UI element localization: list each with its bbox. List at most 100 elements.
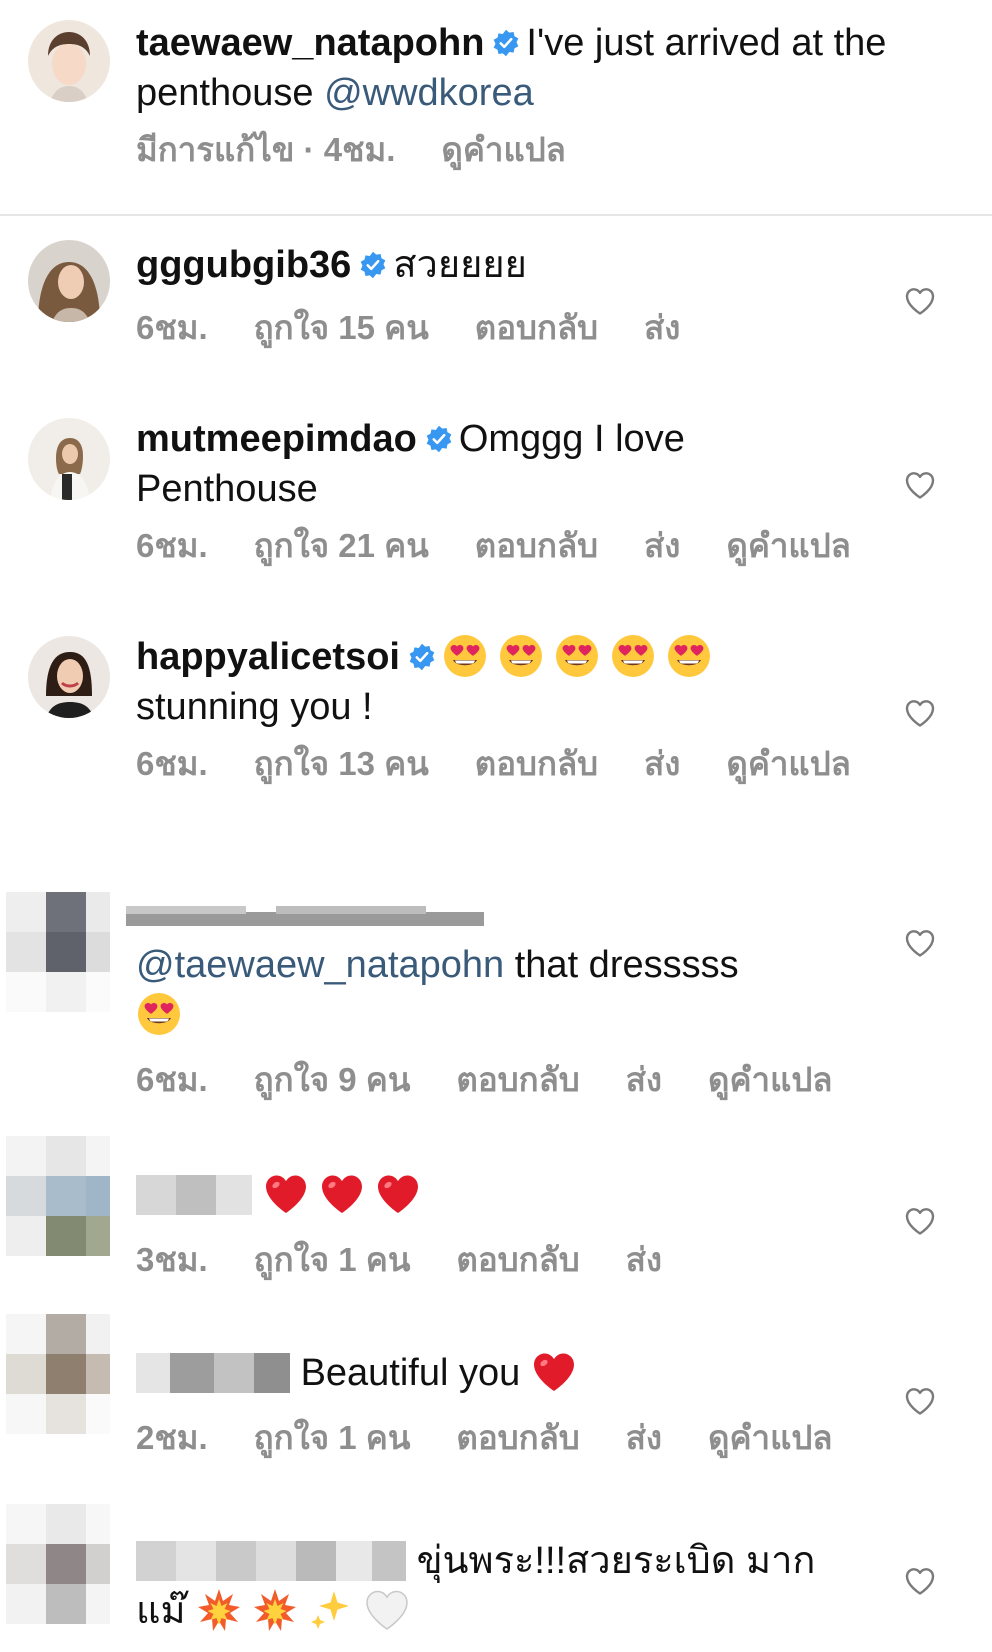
comment-meta: 6ชม. ถูกใจ 13 คน ตอบกลับ ส่ง ดูคำแปล [136,742,897,786]
pixelated-username[interactable] [136,1353,290,1393]
likes-count-link[interactable]: ถูกใจ 9 คน [254,1061,411,1098]
comment-body: stunning you ! [136,686,373,728]
reply-button[interactable]: ตอบกลับ [456,1241,579,1278]
red-heart-emoji-icon [531,1349,577,1395]
reply-button[interactable]: ตอบกลับ [456,1061,579,1098]
reply-button[interactable]: ตอบกลับ [475,745,598,782]
pixelated-avatar[interactable] [6,892,110,1016]
comment-meta: 6ชม. ถูกใจ 21 คน ตอบกลับ ส่ง ดูคำแปล [136,524,897,568]
heart-outline-icon[interactable] [904,928,936,958]
likes-count-link[interactable]: ถูกใจ 13 คน [254,745,429,782]
pixelated-avatar[interactable] [6,1504,110,1628]
heart-outline-icon[interactable] [904,1386,936,1416]
heart-eyes-emoji-icon [498,633,544,679]
comment-time: 3ชม. [136,1241,208,1278]
send-button[interactable]: ส่ง [644,527,680,564]
pixelated-avatar[interactable] [6,1136,110,1260]
reply-button[interactable]: ตอบกลับ [456,1419,579,1456]
likes-count-link[interactable]: ถูกใจ 1 คน [254,1419,411,1456]
comment-time: 2ชม. [136,1419,208,1456]
likes-count-link[interactable]: ถูกใจ 15 คน [254,309,429,346]
caption-edited: มีการแก้ไข · 4ชม. [136,131,396,168]
verified-badge-icon [425,425,453,453]
comment-username[interactable]: happyalicetsoi [136,636,400,678]
comment-text: Beautiful you [136,1348,587,1398]
heart-outline-icon[interactable] [904,698,936,728]
heart-eyes-emoji-icon [666,633,712,679]
caption-username[interactable]: taewaew_natapohn [136,22,484,64]
emoji-row [196,1590,420,1632]
verified-badge-icon [408,643,436,671]
send-button[interactable]: ส่ง [626,1061,662,1098]
avatar-image [28,418,110,500]
comment-username[interactable]: gggubgib36 [136,244,351,286]
comment-time: 6ชม. [136,745,208,782]
comment-meta: 2ชม. ถูกใจ 1 คน ตอบกลับ ส่ง ดูคำแปล [136,1416,879,1460]
comment-text: @taewaew_natapohn that dresssss [136,940,836,1040]
post-caption: taewaew_natapohn I've just arrived at the… [0,0,992,216]
avatar[interactable] [28,20,110,102]
pixelated-username[interactable] [136,1541,406,1581]
heart-outline-icon[interactable] [904,286,936,316]
send-button[interactable]: ส่ง [644,745,680,782]
comment-text: ขุ่นพระ!!!สวยระเบิด มากแม๊ [136,1536,816,1636]
send-button[interactable]: ส่ง [626,1241,662,1278]
avatar-image [28,20,110,102]
comment-meta: 6ชม. ถูกใจ 9 คน ตอบกลับ ส่ง ดูคำแปล [136,1058,879,1102]
comment-username[interactable]: mutmeepimdao [136,418,417,460]
comment-text: mutmeepimdao Omggg I love Penthouse [136,414,736,514]
comment-meta: 3ชม. ถูกใจ 1 คน ตอบกลับ ส่ง [136,1238,708,1282]
heart-outline-icon[interactable] [904,1566,936,1596]
likes-count-link[interactable]: ถูกใจ 21 คน [254,527,429,564]
caption-text: taewaew_natapohn I've just arrived at the… [136,18,956,118]
heart-eyes-emoji-icon [554,633,600,679]
comment-body: that dresssss [504,944,739,986]
caption-mention[interactable]: @wwdkorea [324,72,534,114]
heart-eyes-emoji-icon [136,991,182,1037]
see-translation-link[interactable]: ดูคำแปล [726,527,850,564]
caption-meta: มีการแก้ไข · 4ชม. ดูคำแปล [136,128,612,172]
pixelated-avatar[interactable] [6,1314,110,1438]
comment-text: happyalicetsoi stunning you ! [136,632,816,732]
collision-emoji-icon [196,1587,242,1633]
send-button[interactable]: ส่ง [626,1419,662,1456]
white-heart-emoji-icon [364,1587,410,1633]
see-translation-link[interactable]: ดูคำแปล [441,131,565,168]
comment-text: gggubgib36 สวยยยย [136,240,527,290]
red-heart-emoji-icon [375,1171,421,1217]
sparkles-emoji-icon [308,1587,354,1633]
see-translation-link[interactable]: ดูคำแปล [708,1419,832,1456]
heart-outline-icon[interactable] [904,470,936,500]
comment-time: 6ชม. [136,309,208,346]
comment-body: สวยยยย [393,244,527,286]
avatar[interactable] [28,636,110,718]
likes-count-link[interactable]: ถูกใจ 1 คน [254,1241,411,1278]
reply-button[interactable]: ตอบกลับ [475,527,598,564]
avatar[interactable] [28,418,110,500]
verified-badge-icon [359,251,387,279]
heart-eyes-emoji-icon [442,633,488,679]
pixelated-username[interactable] [126,906,484,928]
emoji-row [263,1174,431,1216]
emoji-row [442,636,722,678]
comment-text [136,1170,431,1220]
avatar-image [28,240,110,322]
heart-eyes-emoji-icon [610,633,656,679]
see-translation-link[interactable]: ดูคำแปล [726,745,850,782]
comment-meta: 6ชม. ถูกใจ 15 คน ตอบกลับ ส่ง [136,306,726,350]
comment-mention[interactable]: @taewaew_natapohn [136,944,504,986]
verified-badge-icon [492,29,520,57]
send-button[interactable]: ส่ง [644,309,680,346]
comment-time: 6ชม. [136,527,208,564]
comment-time: 6ชม. [136,1061,208,1098]
pixelated-username[interactable] [136,1175,252,1215]
heart-outline-icon[interactable] [904,1206,936,1236]
see-translation-link[interactable]: ดูคำแปล [708,1061,832,1098]
avatar[interactable] [28,240,110,322]
red-heart-emoji-icon [319,1171,365,1217]
reply-button[interactable]: ตอบกลับ [475,309,598,346]
collision-emoji-icon [252,1587,298,1633]
comment-body: Beautiful you [300,1352,521,1394]
red-heart-emoji-icon [263,1171,309,1217]
avatar-image [28,636,110,718]
